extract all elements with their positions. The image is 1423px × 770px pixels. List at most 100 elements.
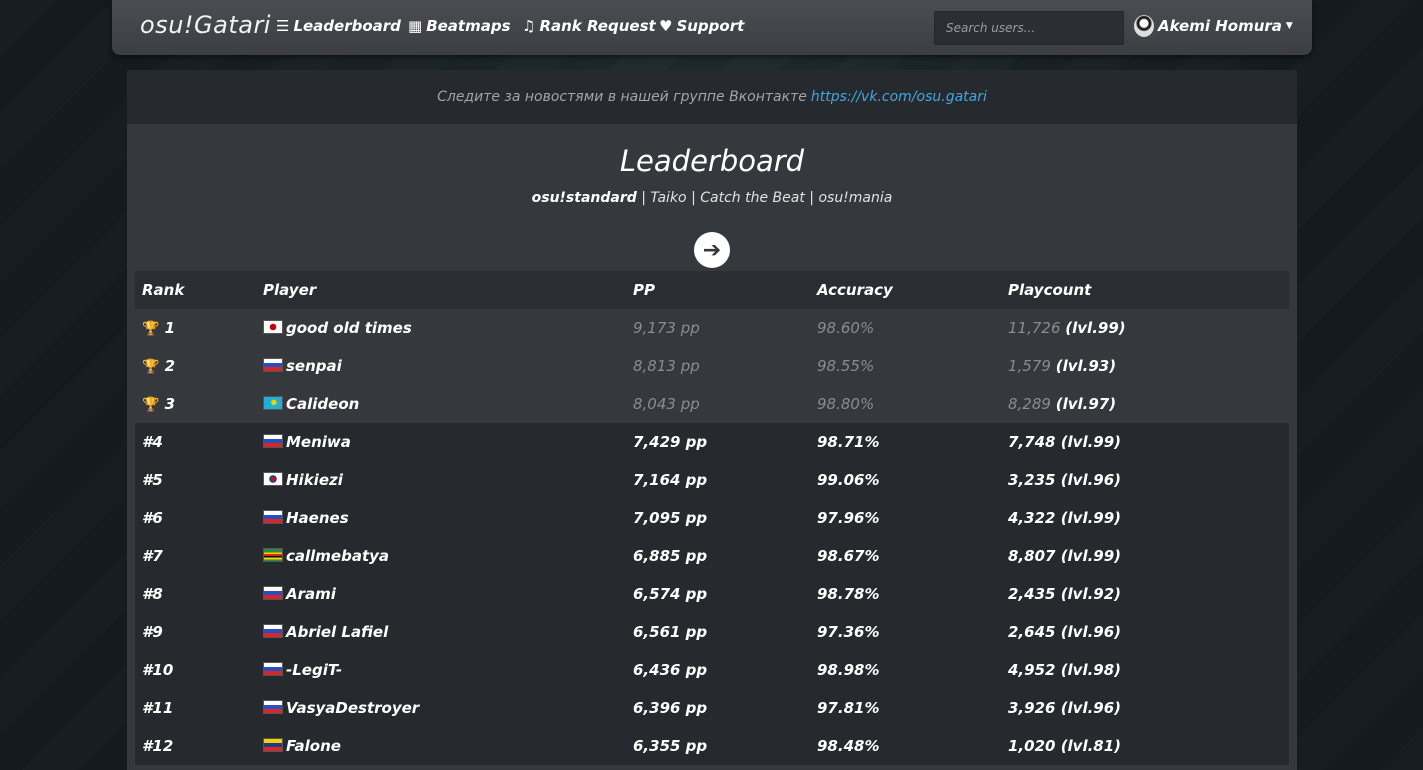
level-value: (lvl.96) [1060,471,1122,489]
nav-rank-request[interactable]: ♫ Rank Request [522,17,656,35]
accuracy-cell: 98.71% [817,433,880,451]
next-page-arrow-icon[interactable]: ➔ [694,232,730,268]
accuracy-cell: 98.80% [817,395,875,413]
country-flag-icon [263,586,283,600]
player-name-link[interactable]: good old times [286,319,412,337]
playcount-cell: 7,748 (lvl.99) [1001,423,1289,461]
level-value: (lvl.98) [1060,661,1122,679]
player-name-link[interactable]: Abriel Lafiel [286,623,388,641]
rank-cell: 🏆 3 [135,385,256,423]
player-name-link[interactable]: senpai [286,357,342,375]
rank-value: #7 [142,547,163,565]
mode-catch-the-beat[interactable]: Catch the Beat [700,190,805,206]
rank-value: #10 [142,661,174,679]
player-name-link[interactable]: Hikiezi [286,471,343,489]
mode-osu-standard[interactable]: osu!standard [532,190,637,206]
main-panel: Следите за новостями в нашей группе Вкон… [127,70,1297,770]
level-value: (lvl.92) [1060,585,1122,603]
player-cell[interactable]: Hikiezi [256,461,626,499]
mode-selector: osu!standard | Taiko | Catch the Beat | … [127,190,1297,206]
player-name-link[interactable]: Falone [286,737,341,755]
playcount-cell: 4,322 (lvl.99) [1001,499,1289,537]
announcement-bar: Следите за новостями в нашей группе Вкон… [127,70,1297,124]
level-value: (lvl.99) [1060,547,1122,565]
pp-cell: 6,574 pp [633,585,708,603]
playcount-cell: 4,952 (lvl.98) [1001,651,1289,689]
mode-separator: | [809,190,814,206]
nav-support-label: Support [676,17,745,35]
accuracy-cell: 97.81% [817,699,880,717]
country-flag-icon [263,472,283,486]
mode-separator: | [641,190,646,206]
player-name-link[interactable]: Arami [286,585,336,603]
pp-cell: 6,561 pp [633,623,708,641]
accuracy-cell: 98.67% [817,547,880,565]
country-flag-icon [263,700,283,714]
player-name-link[interactable]: VasyaDestroyer [286,699,419,717]
playcount-value: 4,322 [1008,509,1056,527]
mode-osu-mania[interactable]: osu!mania [818,190,892,206]
rank-cell: #11 [135,689,256,727]
rank-cell: 🏆 1 [135,309,256,347]
list-icon: ☰ [276,17,290,35]
country-flag-icon [263,548,283,562]
mode-taiko[interactable]: Taiko [650,190,686,206]
player-cell[interactable]: good old times [256,309,626,347]
player-name-link[interactable]: Haenes [286,509,349,527]
nav-beatmaps[interactable]: ▦ Beatmaps [408,17,511,35]
player-name-link[interactable]: Calideon [286,395,359,413]
player-cell[interactable]: -LegiT- [256,651,626,689]
announcement-text: Следите за новостями в нашей группе Вкон… [437,89,807,105]
playcount-cell: 3,926 (lvl.96) [1001,689,1289,727]
pp-cell: 9,173 pp [633,319,700,337]
user-menu[interactable]: Akemi Homura ▼ [1134,15,1293,37]
playcount-cell: 1,020 (lvl.81) [1001,727,1289,765]
player-cell[interactable]: callmebatya [256,537,626,575]
nav-leaderboard-label: Leaderboard [293,17,401,35]
rank-value: #4 [142,433,163,451]
country-flag-icon [263,662,283,676]
player-cell[interactable]: Arami [256,575,626,613]
nav-leaderboard[interactable]: ☰ Leaderboard [276,17,401,35]
level-value: (lvl.99) [1060,433,1122,451]
rank-cell: #6 [135,499,256,537]
player-cell[interactable]: Meniwa [256,423,626,461]
nav-support[interactable]: ♥ Support [659,17,744,35]
pp-cell: 6,436 pp [633,661,708,679]
player-name-link[interactable]: -LegiT- [286,661,342,679]
pp-cell: 7,164 pp [633,471,708,489]
pp-cell: 7,095 pp [633,509,708,527]
player-cell[interactable]: Calideon [256,385,626,423]
player-cell[interactable]: Haenes [256,499,626,537]
player-cell[interactable]: Falone [256,727,626,765]
playcount-value: 1,020 [1008,737,1056,755]
player-name-link[interactable]: callmebatya [286,547,389,565]
table-row: #4 Meniwa 7,429 pp 98.71% 7,748 (lvl.99) [135,423,1289,461]
search-users-input[interactable] [934,11,1124,45]
level-value: (lvl.96) [1060,623,1122,641]
pp-cell: 6,885 pp [633,547,708,565]
playcount-value: 8,807 [1008,547,1056,565]
rank-cell: #7 [135,537,256,575]
vk-group-link[interactable]: https://vk.com/osu.gatari [811,89,987,105]
player-cell[interactable]: VasyaDestroyer [256,689,626,727]
country-flag-icon [263,510,283,524]
grid-icon: ▦ [408,17,423,35]
player-cell[interactable]: Abriel Lafiel [256,613,626,651]
accuracy-cell: 98.60% [817,319,875,337]
level-value: (lvl.93) [1055,357,1117,375]
avatar [1134,15,1154,37]
table-row: #7 callmebatya 6,885 pp 98.67% 8,807 (lvl.99… [135,537,1289,575]
player-cell[interactable]: senpai [256,347,626,385]
rank-value: 3 [164,395,176,413]
table-row: #9 Abriel Lafiel 6,561 pp 97.36% 2,645 (lvl.… [135,613,1289,651]
mode-separator: | [691,190,696,206]
table-row: #8 Arami 6,574 pp 98.78% 2,435 (lvl.92) [135,575,1289,613]
nav-rank-request-label: Rank Request [539,17,656,35]
trophy-icon: 🏆 [142,321,160,337]
table-row: #12 Falone 6,355 pp 98.48% 1,020 (lvl.81) [135,727,1289,765]
chevron-down-icon: ▼ [1285,21,1293,31]
brand-logo[interactable]: osu!Gatari [140,11,271,39]
player-name-link[interactable]: Meniwa [286,433,351,451]
rank-value: #5 [142,471,163,489]
